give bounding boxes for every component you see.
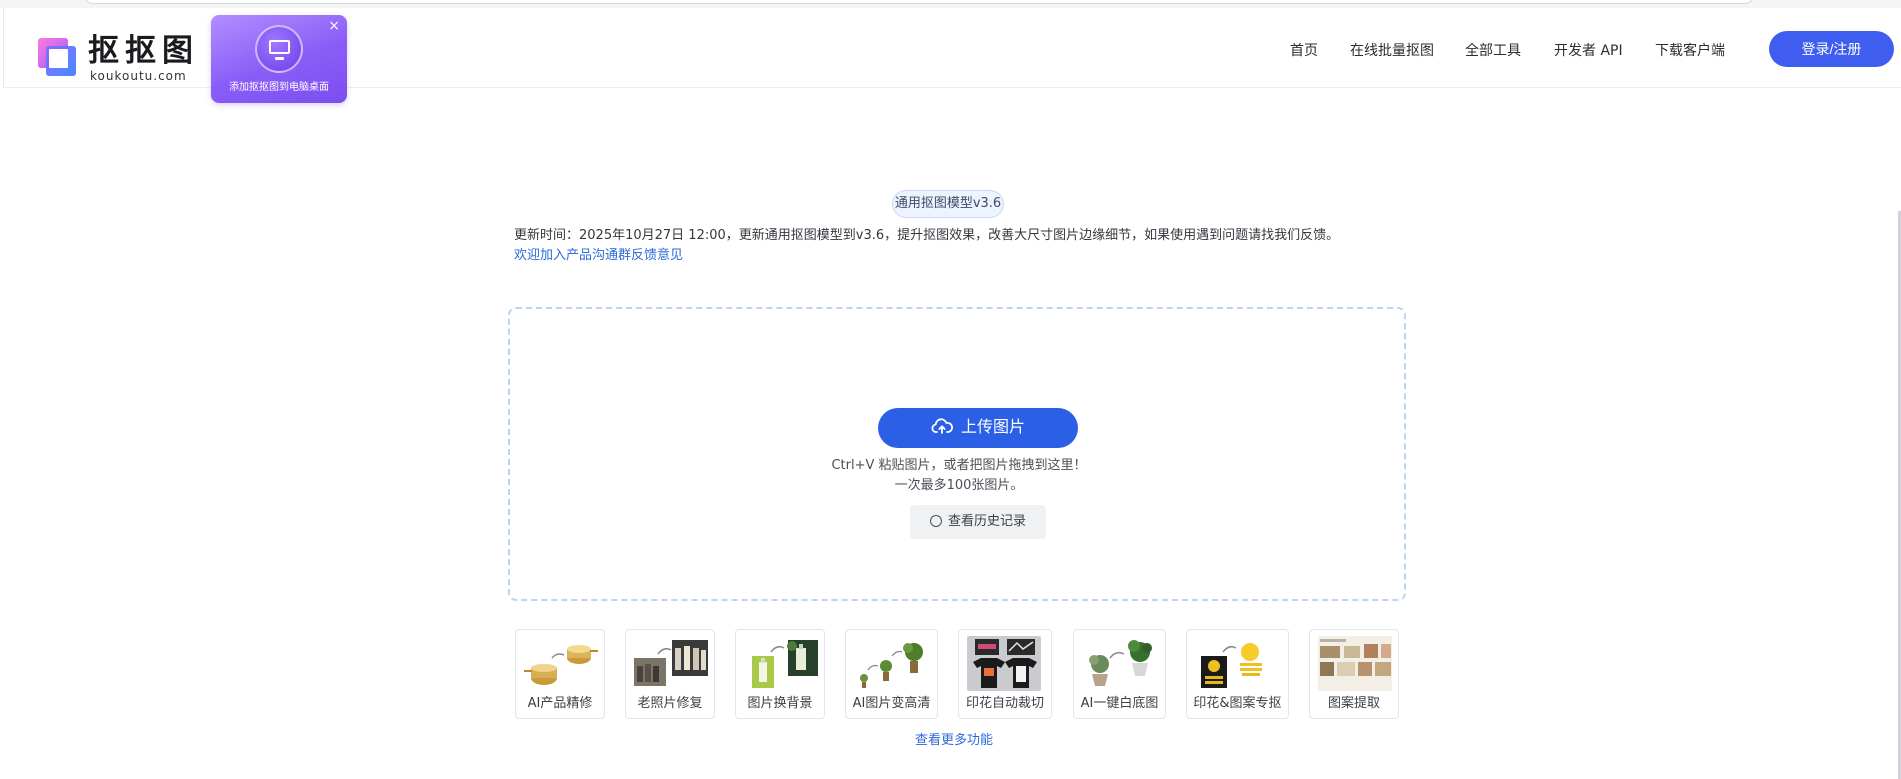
tool-label: 老照片修复 — [637, 696, 703, 711]
tool-label: AI图片变高清 — [852, 696, 931, 711]
old-photo-thumbnail — [634, 640, 708, 686]
nav-item-download-client[interactable]: 下载客户端 — [1655, 38, 1725, 64]
tool-ai-upscale[interactable]: AI图片变高清 — [845, 629, 938, 719]
tool-ai-product-retouch[interactable]: AI产品精修 — [515, 629, 605, 719]
tool-print-auto-crop[interactable]: 印花自动裁切 — [958, 629, 1052, 719]
tool-label: 图案提取 — [1327, 696, 1380, 711]
tool-print-pattern-cutout[interactable]: 印花&图案专抠 — [1186, 629, 1289, 719]
bottle-background-thumbnail — [752, 640, 818, 688]
browser-chrome — [0, 0, 1901, 8]
view-more-features-link[interactable]: 查看更多功能 — [915, 732, 993, 750]
login-register-button[interactable]: 登录/注册 — [1769, 31, 1894, 67]
tool-pattern-extract[interactable]: 图案提取 — [1309, 629, 1399, 719]
tool-ai-white-background[interactable]: AI一键白底图 — [1073, 629, 1166, 719]
view-history-button[interactable]: 查看历史记录 — [910, 505, 1046, 539]
nav-item-developer-api[interactable]: 开发者 API — [1554, 38, 1623, 64]
tool-label: AI产品精修 — [527, 696, 593, 711]
history-button-label: 查看历史记录 — [947, 514, 1026, 529]
nav-item-batch-cutout[interactable]: 在线批量抠图 — [1350, 38, 1434, 64]
cloud-upload-icon — [931, 418, 953, 434]
logo-domain: koukoutu.com — [90, 69, 187, 83]
feature-tools-row: AI产品精修 老照片修复 图片换背景 AI图片变高清 印花自动裁切 AI一键白底… — [0, 629, 1901, 719]
upload-image-button[interactable]: 上传图片 — [878, 408, 1078, 448]
tshirt-print-thumbnail — [967, 636, 1041, 691]
plant-upscale-thumbnail — [860, 643, 923, 688]
site-logo[interactable]: 抠抠图 koukoutu.com — [38, 33, 218, 83]
tool-label: 图片换背景 — [747, 696, 813, 711]
paste-drag-hint: Ctrl+V 粘贴图片，或者把图片拖拽到这里！ — [831, 458, 1087, 473]
nav-item-all-tools[interactable]: 全部工具 — [1465, 38, 1521, 64]
pot-product-thumbnail — [524, 645, 598, 685]
pattern-grid-thumbnail — [1318, 636, 1392, 691]
logo-mark-icon — [38, 38, 78, 78]
potted-plant-thumbnail — [1089, 640, 1152, 686]
tool-label: 印花&图案专抠 — [1193, 696, 1282, 711]
desktop-shortcut-promo[interactable]: × 添加抠抠图到电脑桌面 — [211, 15, 347, 103]
model-version-badge: 通用抠图模型v3.6 — [892, 190, 1004, 218]
tool-label: 印花自动裁切 — [965, 696, 1044, 711]
tool-old-photo-restore[interactable]: 老照片修复 — [625, 629, 715, 719]
promo-text: 添加抠抠图到电脑桌面 — [229, 82, 329, 93]
upload-dropzone[interactable]: 上传图片 Ctrl+V 粘贴图片，或者把图片拖拽到这里！ 一次最多100张图片。… — [508, 307, 1406, 601]
update-notice: 更新时间：2025年10月27日 12:00，更新通用抠图模型到v3.6，提升抠… — [514, 228, 1340, 243]
tool-change-background[interactable]: 图片换背景 — [735, 629, 825, 719]
print-pattern-thumbnail — [1201, 643, 1262, 688]
nav-item-home[interactable]: 首页 — [1290, 38, 1318, 64]
upload-button-label: 上传图片 — [960, 419, 1025, 436]
batch-limit-hint: 一次最多100张图片。 — [894, 478, 1024, 493]
tool-label: AI一键白底图 — [1080, 696, 1159, 711]
history-clock-icon — [929, 514, 942, 527]
address-bar[interactable] — [84, 0, 1754, 4]
feedback-group-link[interactable]: 欢迎加入产品沟通群反馈意见 — [514, 246, 683, 266]
monitor-icon — [255, 25, 303, 73]
logo-title: 抠抠图 — [88, 33, 199, 69]
close-icon[interactable]: × — [328, 19, 340, 33]
